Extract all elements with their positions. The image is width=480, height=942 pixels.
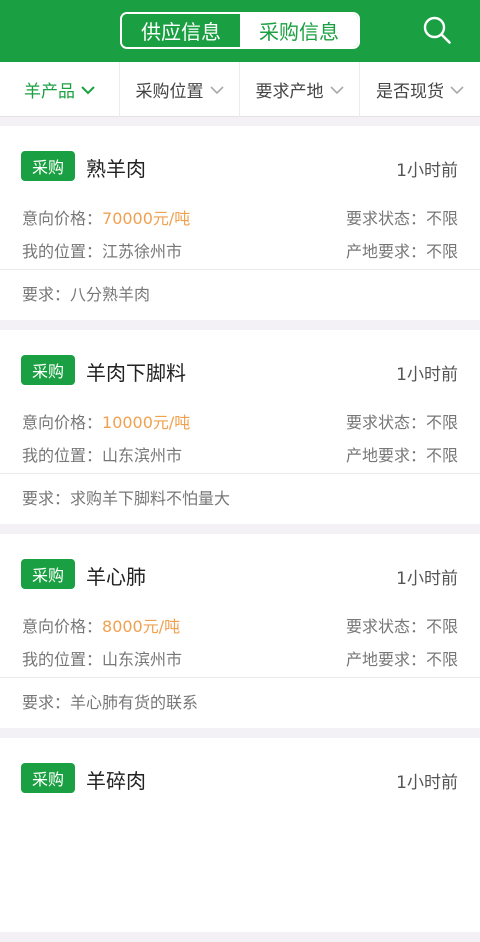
filter-origin[interactable]: 要求产地 [240,62,360,117]
price-label: 意向价格： [22,617,103,636]
price-row: 意向价格：8000元/吨 [22,613,180,637]
tab-supply[interactable]: 供应信息 [122,14,240,47]
status-value: 不限 [425,617,458,636]
filter-purchase-location[interactable]: 采购位置 [120,62,240,117]
chevron-down-icon [450,85,464,94]
location-row: 我的位置：山东滨州市 [22,442,182,466]
listing-time: 1小时前 [396,569,458,589]
listing-time: 1小时前 [396,161,458,181]
status-label: 要求状态： [345,413,426,432]
listing-time: 1小时前 [396,773,458,793]
origin-label: 产地要求： [345,446,426,465]
origin-label: 产地要求： [345,242,426,261]
status-row: 要求状态：不限 [346,205,458,229]
origin-value: 不限 [425,650,458,669]
filter-in-stock[interactable]: 是否现货 [360,62,480,117]
filter-label: 是否现货 [376,82,444,102]
chevron-down-icon [81,85,95,94]
requirement-label: 要求： [22,693,71,712]
location-value: 山东滨州市 [102,650,183,669]
divider [0,269,480,270]
tab-purchase[interactable]: 采购信息 [240,14,358,47]
location-label: 我的位置： [22,446,103,465]
requirement-row: 要求：羊心肺有货的联系 [22,689,198,713]
status-row: 要求状态：不限 [346,613,458,637]
purchase-badge: 采购 [21,151,75,181]
origin-label: 产地要求： [345,650,426,669]
origin-value: 不限 [425,242,458,261]
list-item[interactable]: 采购 熟羊肉 1小时前 意向价格：70000元/吨 我的位置：江苏徐州市 要求状… [0,126,480,320]
requirement-value: 羊心肺有货的联系 [70,693,199,712]
status-value: 不限 [425,413,458,432]
filter-bar: 羊产品 采购位置 要求产地 是否现货 [0,62,480,117]
purchase-badge: 采购 [21,763,75,793]
price-value: 70000元/吨 [102,209,191,228]
price-value: 10000元/吨 [102,413,191,432]
status-row: 要求状态：不限 [346,409,458,433]
price-value: 8000元/吨 [102,617,181,636]
divider [0,677,480,678]
origin-value: 不限 [425,446,458,465]
price-row: 意向价格：70000元/吨 [22,205,190,229]
location-value: 江苏徐州市 [102,242,183,261]
listing-title: 羊碎肉 [86,769,146,793]
status-label: 要求状态： [345,617,426,636]
listing-title: 熟羊肉 [86,157,146,181]
listing-title: 羊肉下脚料 [86,361,186,385]
requirement-value: 八分熟羊肉 [70,285,151,304]
purchase-badge: 采购 [21,559,75,589]
requirement-label: 要求： [22,489,71,508]
price-label: 意向价格： [22,209,103,228]
search-icon[interactable] [422,15,452,45]
origin-row: 产地要求：不限 [346,442,458,466]
purchase-badge: 采购 [21,355,75,385]
info-type-switch: 供应信息 采购信息 [120,12,360,49]
filter-label: 羊产品 [24,82,75,102]
chevron-down-icon [209,85,224,94]
chevron-down-icon [329,85,344,94]
requirement-row: 要求：求购羊下脚料不怕量大 [22,485,230,509]
origin-row: 产地要求：不限 [346,646,458,670]
purchase-list: 采购 熟羊肉 1小时前 意向价格：70000元/吨 我的位置：江苏徐州市 要求状… [0,126,480,942]
divider [0,473,480,474]
price-row: 意向价格：10000元/吨 [22,409,190,433]
requirement-value: 求购羊下脚料不怕量大 [70,489,231,508]
list-item[interactable]: 采购 羊心肺 1小时前 意向价格：8000元/吨 我的位置：山东滨州市 要求状态… [0,534,480,728]
filter-label: 采购位置 [135,82,204,102]
price-label: 意向价格： [22,413,103,432]
filter-label: 要求产地 [255,82,324,102]
status-value: 不限 [425,209,458,228]
listing-time: 1小时前 [396,365,458,385]
requirement-row: 要求：八分熟羊肉 [22,281,150,305]
filter-product[interactable]: 羊产品 [0,62,120,117]
status-label: 要求状态： [345,209,426,228]
location-value: 山东滨州市 [102,446,183,465]
top-bar: 供应信息 采购信息 [0,0,480,62]
location-label: 我的位置： [22,650,103,669]
location-row: 我的位置：江苏徐州市 [22,238,182,262]
list-item[interactable]: 采购 羊肉下脚料 1小时前 意向价格：10000元/吨 我的位置：山东滨州市 要… [0,330,480,524]
origin-row: 产地要求：不限 [346,238,458,262]
location-row: 我的位置：山东滨州市 [22,646,182,670]
location-label: 我的位置： [22,242,103,261]
list-item[interactable]: 采购 羊碎肉 1小时前 [0,738,480,932]
listing-title: 羊心肺 [86,565,146,589]
requirement-label: 要求： [22,285,71,304]
